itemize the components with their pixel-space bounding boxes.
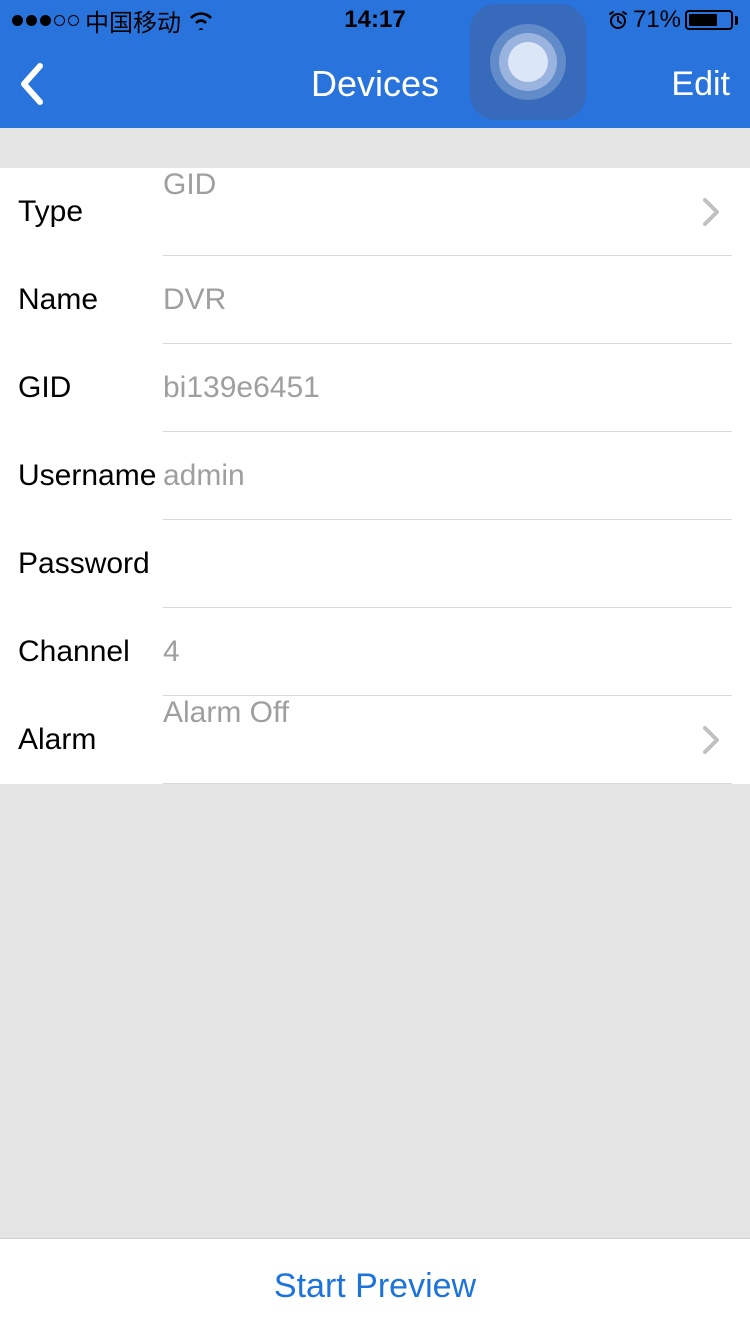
row-type[interactable]: Type GID (0, 168, 750, 256)
name-field[interactable] (163, 256, 720, 343)
battery-icon (685, 10, 738, 30)
status-time: 14:17 (344, 6, 405, 34)
assistive-touch-icon[interactable] (470, 4, 586, 120)
edit-button[interactable]: Edit (671, 65, 730, 104)
label-channel: Channel (18, 635, 163, 669)
channel-field[interactable] (163, 608, 720, 695)
footer-bar: Start Preview (0, 1238, 750, 1334)
label-gid: GID (18, 371, 163, 405)
label-alarm: Alarm (18, 723, 163, 757)
row-gid[interactable]: GID (0, 344, 750, 432)
nav-bar: Devices Edit (0, 40, 750, 128)
start-preview-button[interactable]: Start Preview (274, 1267, 476, 1306)
chevron-right-icon (702, 197, 720, 227)
row-username[interactable]: Username (0, 432, 750, 520)
section-spacer (0, 128, 750, 168)
value-type: GID (163, 168, 702, 255)
password-field[interactable] (163, 520, 720, 607)
row-password[interactable]: Password (0, 520, 750, 608)
label-username: Username (18, 459, 163, 493)
row-channel[interactable]: Channel (0, 608, 750, 696)
username-field[interactable] (163, 432, 720, 519)
carrier-label: 中国移动 (85, 3, 181, 38)
status-right: 71% (607, 6, 738, 34)
wifi-icon (187, 10, 215, 30)
row-alarm[interactable]: Alarm Alarm Off (0, 696, 750, 784)
gid-field[interactable] (163, 344, 720, 431)
label-type: Type (18, 195, 163, 229)
row-name[interactable]: Name (0, 256, 750, 344)
status-left: 中国移动 (12, 3, 215, 38)
signal-dots-icon (12, 15, 79, 26)
value-alarm: Alarm Off (163, 696, 702, 783)
alarm-clock-icon (607, 9, 629, 31)
status-bar: 中国移动 14:17 71% (0, 0, 750, 40)
label-password: Password (18, 547, 163, 581)
back-button[interactable] (20, 63, 44, 105)
battery-percent: 71% (633, 6, 681, 34)
device-form: Type GID Name GID Username (0, 168, 750, 784)
chevron-right-icon (702, 725, 720, 755)
label-name: Name (18, 283, 163, 317)
page-title: Devices (311, 63, 439, 105)
